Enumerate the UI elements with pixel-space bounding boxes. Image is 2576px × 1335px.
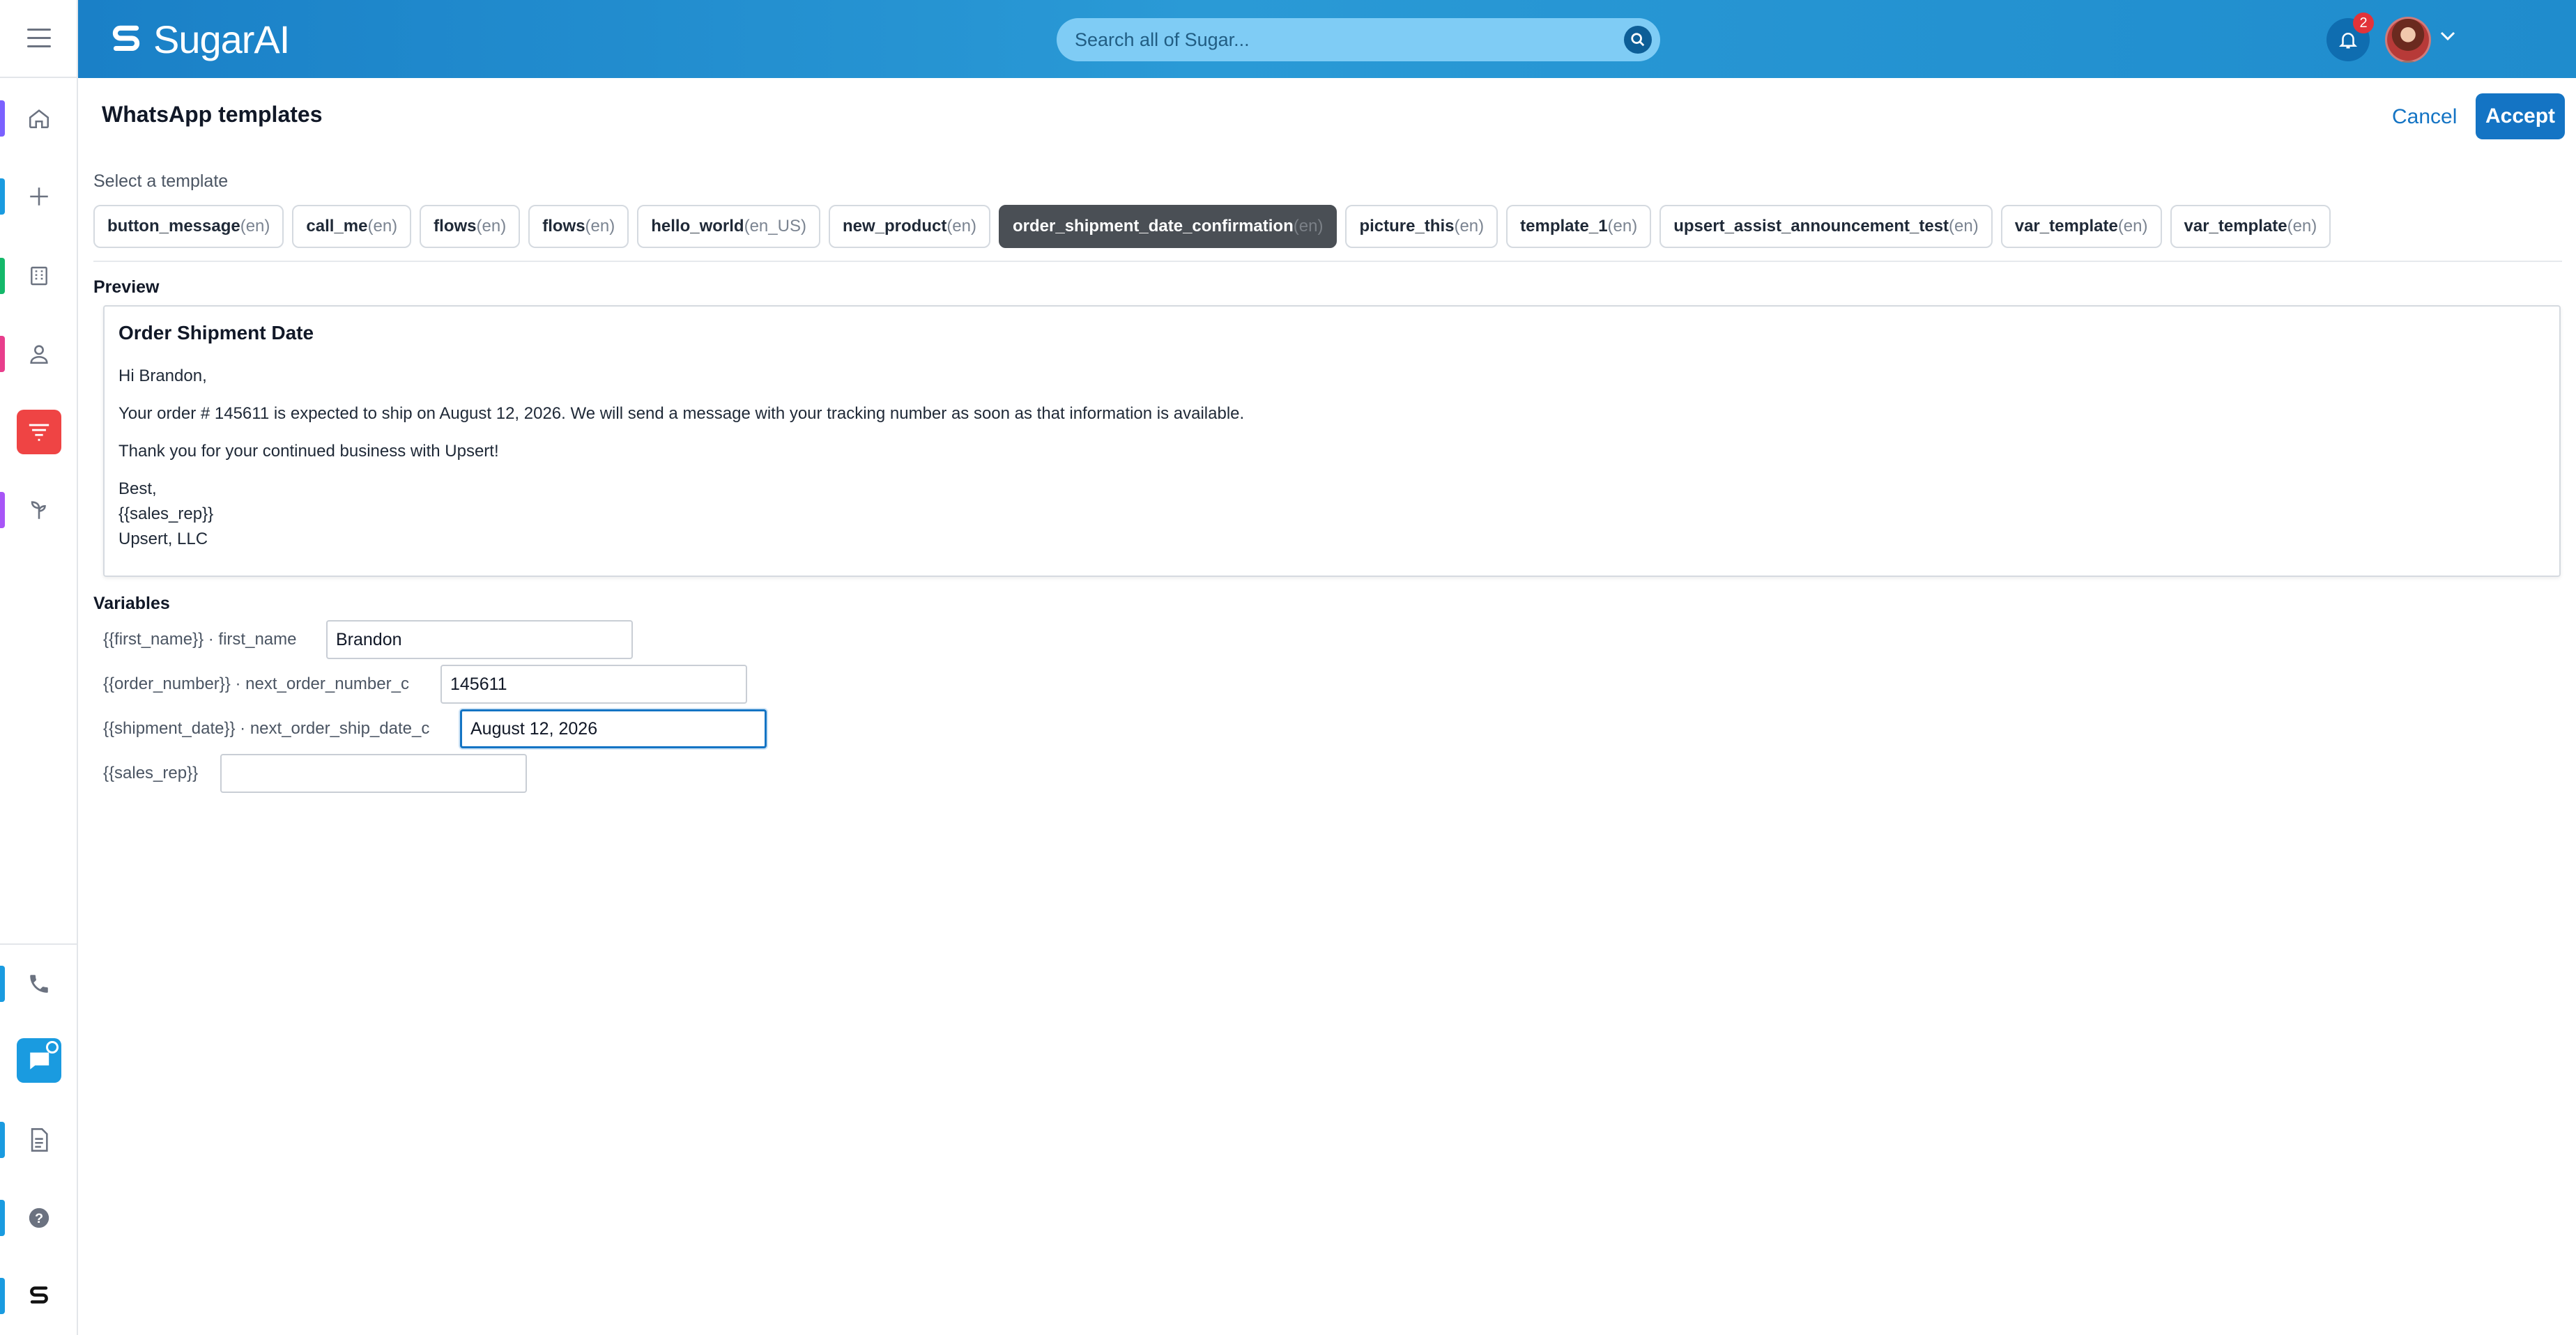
- search-button[interactable]: [1624, 26, 1652, 54]
- search-icon: [1631, 33, 1645, 47]
- nav-opportunities[interactable]: [0, 488, 78, 532]
- template-chip-list: button_message (en) call_me (en) flows (en)…: [93, 205, 2331, 248]
- leads-tile: [17, 410, 61, 454]
- preview-signoff: Upsert, LLC: [118, 530, 208, 548]
- preview-body: Thank you for your continued business wi…: [118, 442, 499, 461]
- template-chip[interactable]: flows (en): [420, 205, 521, 248]
- variable-row: {{shipment_date}} · next_order_ship_date…: [103, 709, 767, 748]
- variable-row: {{first_name}} · first_name: [103, 620, 633, 659]
- search-input[interactable]: [1075, 29, 1618, 51]
- nav-indicator: [0, 178, 5, 215]
- bell-icon: [2338, 33, 2358, 49]
- template-chip[interactable]: template_1 (en): [1506, 205, 1652, 248]
- nav-sugar[interactable]: [0, 1274, 78, 1318]
- select-template-label: Select a template: [93, 171, 229, 191]
- app-logo[interactable]: SugarAI: [109, 17, 290, 62]
- help-icon: ?: [29, 1207, 49, 1228]
- avatar[interactable]: [2385, 17, 2431, 63]
- building-icon: [31, 266, 47, 286]
- template-chip[interactable]: var_template (en): [2000, 205, 2162, 248]
- first-name-field[interactable]: [326, 620, 633, 659]
- notification-count-badge: 2: [2353, 13, 2374, 33]
- template-chip-selected[interactable]: order_shipment_date_confirmation (en): [999, 205, 1337, 248]
- preview-greeting: Hi Brandon,: [118, 366, 207, 385]
- template-chip[interactable]: button_message (en): [93, 205, 284, 248]
- nav-indicator: [0, 966, 5, 1002]
- template-preview: Order Shipment Date Hi Brandon, Your ord…: [103, 305, 2561, 577]
- cancel-button[interactable]: Cancel: [2377, 95, 2472, 139]
- nav-documents[interactable]: [0, 1118, 78, 1162]
- variable-label: {{first_name}} · first_name: [103, 630, 297, 649]
- nav-home[interactable]: [0, 96, 78, 141]
- preview-label: Preview: [93, 277, 160, 297]
- filter-lines-icon: [29, 424, 49, 441]
- sales-rep-field[interactable]: [220, 754, 527, 793]
- chat-icon: [29, 1052, 49, 1070]
- template-chip[interactable]: hello_world (en_US): [637, 205, 820, 248]
- plus-icon: [30, 187, 48, 206]
- phone-icon: [30, 975, 48, 993]
- preview-signoff: Best,: [118, 479, 157, 498]
- nav-accounts[interactable]: [0, 254, 78, 298]
- nav-create[interactable]: [0, 174, 78, 219]
- nav-messages[interactable]: [0, 1038, 78, 1083]
- variables-label: Variables: [93, 594, 170, 613]
- global-search: [1057, 18, 1660, 61]
- nav-indicator: [0, 1278, 5, 1314]
- template-chip[interactable]: call_me (en): [292, 205, 412, 248]
- nav-indicator: [0, 336, 5, 372]
- sugar-logo-icon: [30, 1286, 48, 1304]
- variable-label: {{order_number}} · next_order_number_c: [103, 674, 409, 693]
- order-number-field[interactable]: [440, 665, 747, 704]
- template-chip[interactable]: flows (en): [528, 205, 629, 248]
- preview-body: Your order # 145611 is expected to ship …: [118, 404, 1245, 423]
- preview-title: Order Shipment Date: [118, 322, 314, 344]
- variable-row: {{sales_rep}}: [103, 754, 527, 793]
- nav-indicator: [0, 258, 5, 294]
- app-name: SugarAI: [153, 17, 290, 61]
- hamburger-icon: [27, 29, 51, 47]
- unread-dot-icon: [46, 1041, 59, 1054]
- document-icon: [31, 1128, 48, 1152]
- nav-leads[interactable]: [0, 410, 78, 454]
- nav-indicator: [0, 100, 5, 137]
- section-divider: [93, 261, 2562, 262]
- template-chip[interactable]: picture_this (en): [1345, 205, 1498, 248]
- accept-button[interactable]: Accept: [2476, 93, 2565, 139]
- nav-indicator: [0, 1200, 5, 1236]
- page-title: WhatsApp templates: [102, 102, 323, 127]
- home-icon: [29, 109, 49, 129]
- nav-indicator: [0, 1122, 5, 1158]
- template-chip[interactable]: new_product (en): [828, 205, 990, 248]
- shipment-date-field[interactable]: [460, 709, 767, 748]
- variable-label: {{shipment_date}} · next_order_ship_date…: [103, 719, 430, 738]
- sprout-icon: [31, 501, 46, 519]
- preview-signoff: {{sales_rep}}: [118, 504, 214, 523]
- menu-toggle-button[interactable]: [0, 0, 78, 78]
- nav-contacts[interactable]: [0, 332, 78, 376]
- nav-indicator: [0, 492, 5, 528]
- svg-text:?: ?: [35, 1211, 43, 1226]
- person-icon: [30, 345, 48, 364]
- chevron-down-icon[interactable]: [2439, 31, 2456, 42]
- variable-row: {{order_number}} · next_order_number_c: [103, 665, 747, 704]
- left-nav-rail: ?: [0, 0, 78, 1335]
- rail-divider: [0, 943, 78, 945]
- template-chip[interactable]: var_template (en): [2170, 205, 2331, 248]
- template-chip[interactable]: upsert_assist_announcement_test (en): [1659, 205, 1993, 248]
- messages-tile: [17, 1038, 61, 1083]
- nav-calls[interactable]: [0, 962, 78, 1006]
- top-header: SugarAI: [78, 0, 2576, 78]
- variable-label: {{sales_rep}}: [103, 764, 199, 782]
- nav-help[interactable]: ?: [0, 1196, 78, 1240]
- sugar-logo-icon: [112, 25, 140, 51]
